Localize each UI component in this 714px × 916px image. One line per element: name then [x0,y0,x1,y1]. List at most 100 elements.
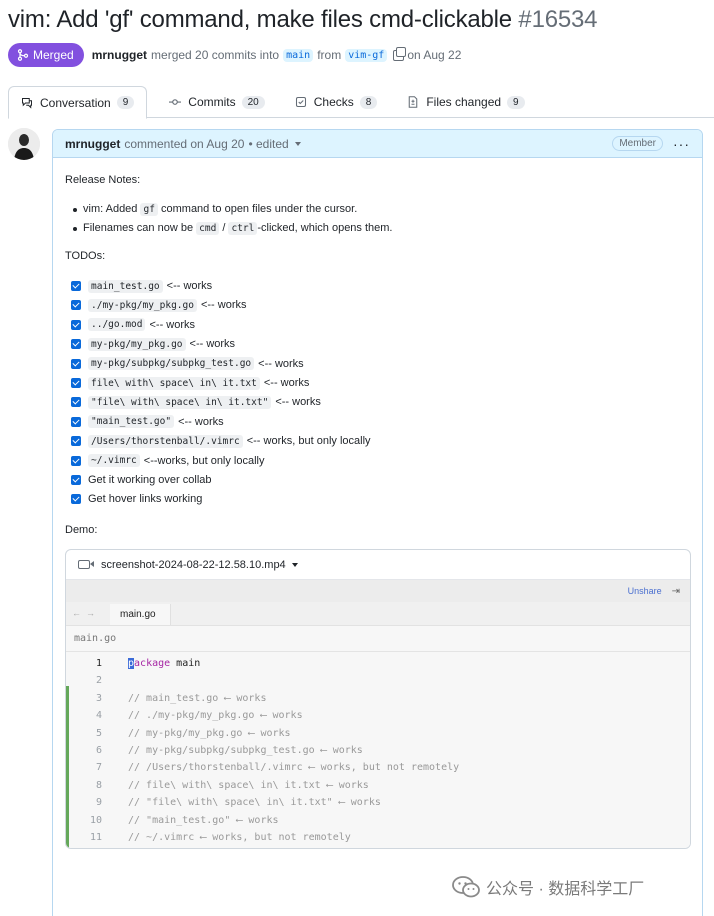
todo-text: <-- works [149,318,196,331]
note-text: -clicked, which opens them. [257,222,393,234]
copy-icon[interactable] [393,46,407,61]
code-line: // file\ with\ space\ in\ it.txt ⟵ works [128,779,369,791]
member-badge: Member [612,136,663,151]
inline-code: /Users/thorstenball/.vimrc [88,434,243,448]
author-avatar[interactable] [8,128,40,160]
tab-conversation-label: Conversation [40,95,111,110]
comment-menu-icon[interactable]: ··· [673,136,690,152]
chevron-down-icon[interactable] [291,562,298,567]
task-checkbox[interactable] [71,339,81,350]
from-text: from [317,48,342,62]
todo-item: my-pkg/my_pkg.go <-- works [71,336,235,352]
line-number: 7 [95,762,102,774]
pr-title: vim: Add 'gf' command, make files cmd-cl… [8,6,598,34]
line-number: 1 [95,658,102,669]
line-number: 3 [95,692,102,704]
pr-number: #16534 [518,6,598,33]
tab-commits-label: Commits [188,95,236,109]
base-branch[interactable]: main [283,48,314,62]
edited-label[interactable]: • edited [248,137,288,151]
avatar-image [8,128,40,160]
todo-item: Get hover links working [71,491,202,507]
code-line: package main [128,658,201,669]
task-checkbox[interactable] [71,475,81,485]
tab-files-changed[interactable]: Files changed 9 [395,86,536,118]
todo-item: "file\ with\ space\ in\ it.txt" <-- works [71,394,321,410]
code-line: // main_test.go ⟵ works [128,692,267,704]
video-embed[interactable]: screenshot-2024-08-22-12.58.10.mp4 Unsha… [65,549,691,849]
task-checkbox[interactable] [71,416,81,427]
todo-item: my-pkg/subpkg/subpkg_test.go <-- works [71,356,304,372]
merge-date: on Aug 22 [407,48,462,62]
todo-text: <-- works [258,357,304,370]
task-checkbox[interactable] [71,281,81,291]
editor-tab-bar: ← → main.go [66,602,690,626]
todo-text: <-- works [166,280,213,292]
inline-code: my-pkg/subpkg/subpkg_test.go [88,357,255,371]
pr-description-comment: mrnugget commented on Aug 20 • edited Me… [52,129,703,916]
merged-status-label: Merged [33,48,74,62]
release-notes-heading: Release Notes: [65,174,141,186]
tab-conversation[interactable]: Conversation 9 [8,86,148,119]
tab-commits[interactable]: Commits 20 [157,86,276,118]
task-checkbox[interactable] [71,378,81,388]
todo-text: <-- works [189,338,236,351]
task-checkbox[interactable] [71,397,81,408]
task-checkbox[interactable] [71,300,81,311]
todo-item: ../go.mod <-- works [71,317,195,333]
todo-item: "main_test.go" <-- works [71,414,224,430]
text-cursor-icon: I [370,848,373,849]
todo-item: Get it working over collab [71,472,212,488]
git-diff-gutter [66,686,69,848]
video-header[interactable]: screenshot-2024-08-22-12.58.10.mp4 [66,550,690,580]
tab-checks[interactable]: Checks 8 [283,86,390,118]
editor-titlebar: Unshare ⇥ [66,580,690,602]
inline-code: ctrl [228,222,258,235]
file-diff-icon [409,96,418,108]
pr-author-link[interactable]: mrnugget [92,48,147,62]
todo-text: <-- works [263,377,310,389]
task-checkbox[interactable] [71,455,81,466]
nav-arrows-icon: ← → [72,608,96,618]
line-number: 2 [95,675,102,687]
todo-text: Get hover links working [88,493,203,506]
inline-code: ~/.vimrc [88,454,140,468]
inline-code: main_test.go [88,279,163,293]
watermark-text: 公众号 · 数据科学工厂 [486,881,645,898]
merged-status-badge: Merged [8,43,84,67]
code-line: // "main_test.go" ⟵ works [128,814,279,826]
todos-heading: TODOs: [65,250,106,262]
demo-heading: Demo: [65,524,98,536]
commits-icon [169,99,182,105]
wechat-icon [452,876,480,898]
note-text: / [222,222,226,234]
task-checkbox[interactable] [71,319,81,330]
line-number: 9 [95,797,102,809]
tab-checks-count: 8 [359,95,378,109]
checks-icon [295,96,306,108]
tab-commits-count: 20 [241,95,265,109]
unshare-button: Unshare [627,586,662,596]
code-line: // "file\ with\ space\ in\ it.txt" ⟵ wor… [128,797,381,809]
todo-item: main_test.go <-- works [71,278,212,294]
list-item: Filenames can now be cmd / ctrl -clicked,… [73,222,393,235]
line-number: 8 [95,779,102,791]
comment-action[interactable]: commented on Aug 20 [124,137,244,151]
video-filename[interactable]: screenshot-2024-08-22-12.58.10.mp4 [101,559,286,571]
chevron-down-icon[interactable] [294,141,301,146]
watermark: 公众号 · 数据科学工厂 [452,875,644,899]
editor-tab: main.go [110,604,171,625]
task-checkbox[interactable] [71,358,81,369]
tab-conversation-count: 9 [116,96,135,109]
pr-tabs: Conversation 9 Commits 20 Checks 8 Files… [8,86,714,119]
task-checkbox[interactable] [71,494,81,505]
editor-breadcrumb: main.go [66,626,690,652]
todo-item: ~/.vimrc <--works, but only locally [71,453,265,469]
note-text: command to open files under the cursor. [161,203,358,215]
comment-author[interactable]: mrnugget [65,137,120,151]
task-checkbox[interactable] [71,436,81,447]
video-frame[interactable]: Unshare ⇥ ← → main.go main.go I 1 package… [66,580,690,849]
inline-code: "file\ with\ space\ in\ it.txt" [88,395,272,409]
line-number: 10 [89,814,102,826]
head-branch[interactable]: vim-gf [345,48,388,62]
